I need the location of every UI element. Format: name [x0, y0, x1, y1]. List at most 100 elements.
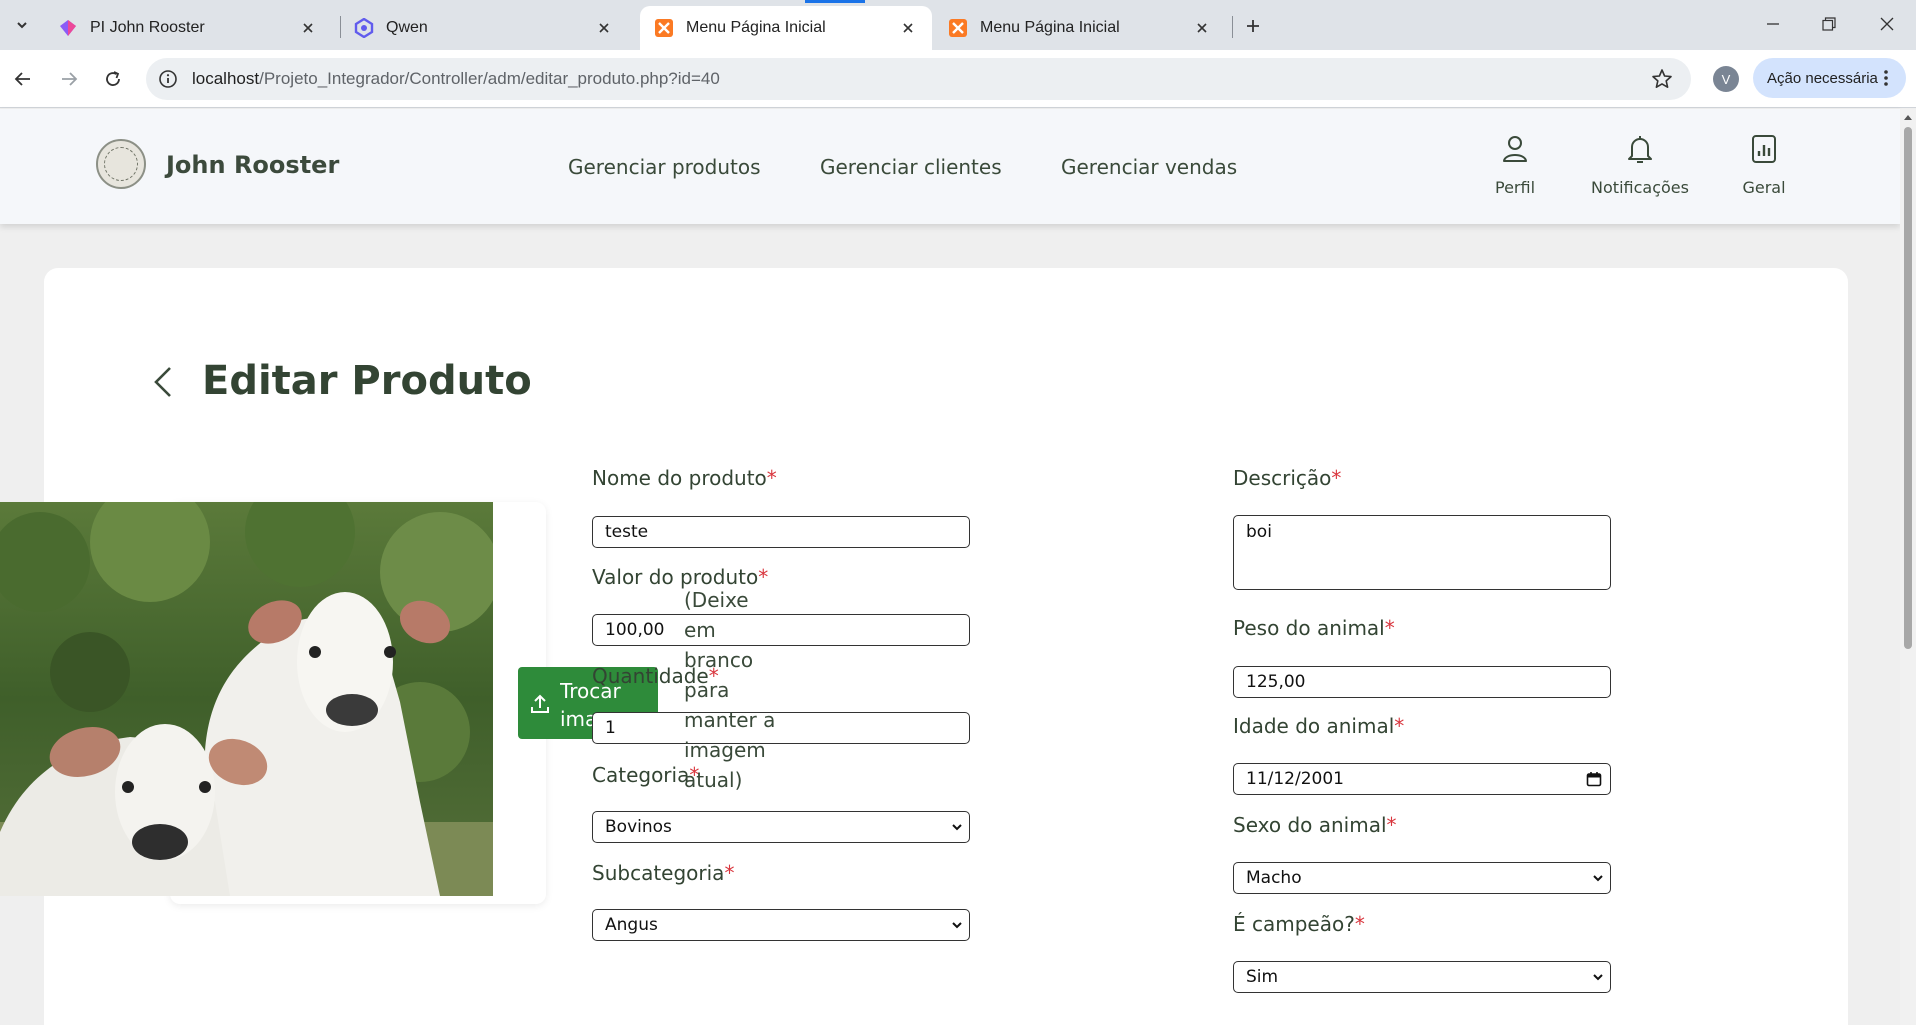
- chevron-down-icon: [952, 922, 962, 929]
- minimize-button[interactable]: [1750, 8, 1796, 40]
- label-nome-produto: Nome do produto*: [592, 466, 777, 490]
- nav-gerenciar-clientes[interactable]: Gerenciar clientes: [820, 155, 1002, 179]
- url-text: localhost/Projeto_Integrador/Controller/…: [192, 69, 720, 89]
- qwen-favicon-icon: [354, 18, 374, 38]
- label-sexo-animal: Sexo do animal*: [1233, 813, 1397, 837]
- new-tab-button[interactable]: [1238, 12, 1268, 40]
- input-value: 125,00: [1246, 672, 1306, 692]
- browser-toolbar: localhost/Projeto_Integrador/Controller/…: [0, 50, 1916, 108]
- geral-label: Geral: [1742, 178, 1786, 197]
- tab-title: Menu Página Inicial: [980, 19, 1120, 36]
- required-mark: *: [1386, 813, 1397, 837]
- action-required-button[interactable]: Ação necessária: [1753, 58, 1906, 98]
- input-value: 1: [605, 718, 616, 738]
- perfil-label: Perfil: [1494, 178, 1536, 197]
- gem-favicon-icon: [58, 18, 78, 38]
- page-title: Editar Produto: [202, 358, 532, 404]
- tab-title: Menu Página Inicial: [686, 19, 826, 36]
- restore-button[interactable]: [1806, 8, 1852, 40]
- tab-qwen[interactable]: Qwen: [340, 6, 628, 50]
- calendar-icon[interactable]: [1586, 771, 1602, 787]
- textarea-descricao[interactable]: boi: [1233, 515, 1611, 590]
- tab-title: PI John Rooster: [90, 19, 205, 36]
- more-vert-icon: [1884, 70, 1888, 86]
- upload-icon: [531, 694, 549, 713]
- chevron-down-icon: [1593, 875, 1603, 882]
- url-host: localhost: [192, 69, 260, 88]
- tab-menu-pagina-inicial[interactable]: Menu Página Inicial: [934, 6, 1226, 50]
- url-path: /Projeto_Integrador/Controller/adm/edita…: [259, 69, 720, 88]
- close-icon[interactable]: [594, 18, 614, 38]
- restore-icon: [1822, 17, 1836, 31]
- textarea-value: boi: [1246, 522, 1272, 542]
- tab-menu-pagina-inicial-active[interactable]: Menu Página Inicial: [640, 6, 932, 50]
- select-campeao[interactable]: Sim: [1233, 961, 1611, 993]
- label-idade-animal: Idade do animal*: [1233, 714, 1405, 738]
- tab-search-button[interactable]: [8, 12, 36, 38]
- action-required-label: Ação necessária: [1767, 69, 1878, 87]
- header-notificacoes[interactable]: Notificações: [1580, 133, 1700, 197]
- back-button[interactable]: [8, 64, 38, 94]
- close-icon: [1880, 17, 1894, 31]
- bell-icon: [1628, 136, 1652, 163]
- xampp-favicon-icon: [948, 18, 968, 38]
- select-value: Bovinos: [605, 817, 672, 837]
- scrollbar-thumb[interactable]: [1904, 127, 1912, 649]
- address-bar[interactable]: localhost/Projeto_Integrador/Controller/…: [146, 58, 1691, 100]
- bookmark-star-icon[interactable]: [1651, 68, 1673, 90]
- input-value: teste: [605, 522, 649, 542]
- page-scrollbar[interactable]: [1900, 109, 1916, 1025]
- back-arrow-icon[interactable]: [150, 364, 178, 400]
- browser-tab-bar: PI John Rooster Qwen Menu Página Inicial…: [0, 0, 1916, 50]
- required-mark: *: [1384, 616, 1395, 640]
- user-icon: [1503, 136, 1527, 162]
- reload-icon: [106, 71, 120, 86]
- label-campeao: É campeão?*: [1233, 912, 1365, 936]
- label-peso-animal: Peso do animal*: [1233, 616, 1395, 640]
- select-value: Macho: [1246, 868, 1302, 888]
- chevron-down-icon: [952, 824, 962, 831]
- chevron-down-icon: [17, 22, 27, 29]
- close-icon[interactable]: [898, 18, 918, 38]
- scroll-up-arrow-icon[interactable]: [1903, 113, 1913, 121]
- label-descricao: Descrição*: [1233, 466, 1342, 490]
- logo-emblem: [104, 147, 138, 181]
- site-info-icon[interactable]: [158, 69, 178, 89]
- tab-title: Qwen: [386, 19, 428, 36]
- plus-icon: [1247, 20, 1259, 32]
- close-icon[interactable]: [298, 18, 318, 38]
- close-window-button[interactable]: [1864, 8, 1910, 40]
- required-mark: *: [1394, 714, 1405, 738]
- chevron-down-icon: [1593, 974, 1603, 981]
- arrow-right-icon: [62, 72, 78, 86]
- select-subcategoria[interactable]: Angus: [592, 909, 970, 941]
- header-geral[interactable]: Geral: [1704, 133, 1824, 197]
- select-value: Angus: [605, 915, 658, 935]
- tab-separator: [1232, 16, 1233, 38]
- header-perfil[interactable]: Perfil: [1455, 133, 1575, 197]
- brand-name[interactable]: John Rooster: [166, 151, 339, 179]
- report-icon: [1752, 135, 1776, 163]
- required-mark: *: [1354, 912, 1365, 936]
- tab-loading-indicator: [805, 0, 865, 3]
- select-value: Sim: [1246, 967, 1279, 987]
- date-idade-animal[interactable]: 11/12/2001: [1233, 763, 1611, 795]
- required-mark: *: [1331, 466, 1342, 490]
- forward-button[interactable]: [54, 64, 84, 94]
- site-header: John Rooster Gerenciar produtos Gerencia…: [0, 109, 1900, 224]
- minimize-icon: [1767, 23, 1779, 25]
- product-image: [0, 502, 493, 896]
- input-value: 100,00: [605, 620, 665, 640]
- nav-gerenciar-vendas[interactable]: Gerenciar vendas: [1061, 155, 1237, 179]
- close-icon[interactable]: [1192, 18, 1212, 38]
- input-peso-animal[interactable]: 125,00: [1233, 666, 1611, 698]
- select-sexo-animal[interactable]: Macho: [1233, 862, 1611, 894]
- input-nome-produto[interactable]: teste: [592, 516, 970, 548]
- xampp-favicon-icon: [654, 18, 674, 38]
- tab-pi-john-rooster[interactable]: PI John Rooster: [44, 6, 332, 50]
- reload-button[interactable]: [98, 64, 128, 94]
- profile-avatar[interactable]: V: [1713, 66, 1739, 92]
- nav-gerenciar-produtos[interactable]: Gerenciar produtos: [568, 155, 761, 179]
- image-hint-text: (Deixe em branco para manter a imagem at…: [684, 588, 776, 792]
- brand-logo[interactable]: [96, 139, 146, 189]
